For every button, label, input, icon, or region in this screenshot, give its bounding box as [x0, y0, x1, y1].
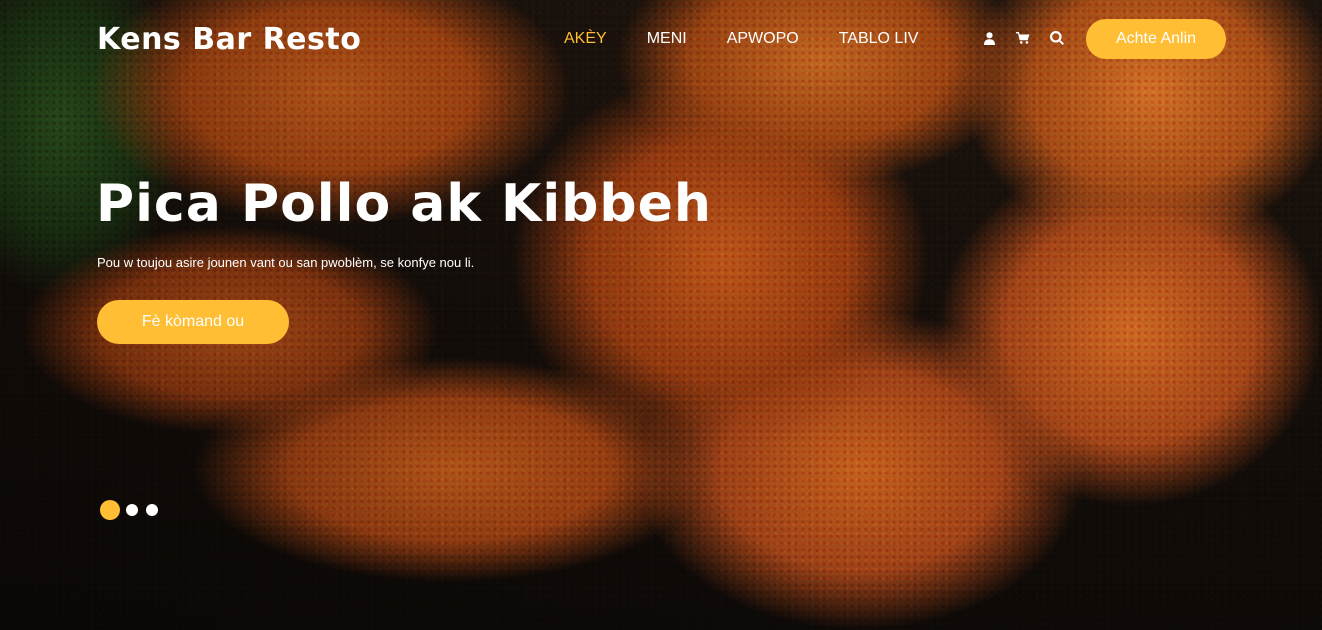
brand-logo[interactable]: Kens Bar Resto — [97, 22, 361, 57]
hero-subtitle: Pou w toujou asire jounen vant ou san pw… — [97, 255, 475, 270]
carousel-dot-1[interactable] — [100, 500, 120, 520]
carousel-dot-2[interactable] — [126, 504, 138, 516]
nav-item-menu[interactable]: MENI — [647, 29, 687, 49]
cart-icon[interactable] — [1016, 30, 1030, 46]
user-icon[interactable] — [982, 30, 996, 46]
nav-item-about[interactable]: APWOPO — [727, 29, 799, 49]
order-now-button[interactable]: Fè kòmand ou — [97, 300, 289, 344]
site-header: Kens Bar Resto AKÈY MENI APWOPO TABLO LI… — [0, 0, 1322, 84]
hero-title: Pica Pollo ak Kibbeh — [96, 174, 712, 234]
carousel-indicators — [100, 500, 166, 520]
nav-item-book-table[interactable]: TABLO LIV — [839, 29, 919, 49]
main-nav: AKÈY MENI APWOPO TABLO LIV — [564, 29, 958, 49]
order-online-button[interactable]: Achte Anlin — [1086, 19, 1226, 59]
search-icon[interactable] — [1050, 30, 1064, 46]
carousel-dot-3[interactable] — [146, 504, 158, 516]
nav-item-home[interactable]: AKÈY — [564, 29, 607, 49]
header-icons — [982, 30, 1084, 46]
